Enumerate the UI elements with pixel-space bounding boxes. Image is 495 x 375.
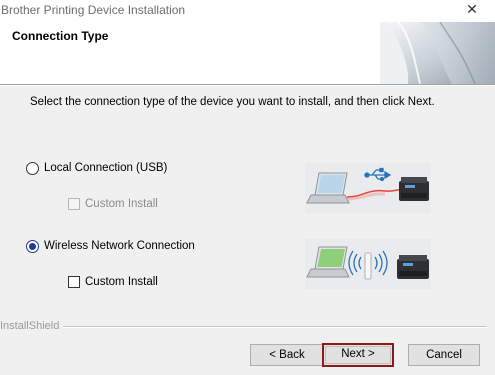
usb-connection-illustration	[305, 163, 431, 213]
radio-label: Wireless Network Connection	[44, 240, 195, 252]
next-button[interactable]: Next >	[322, 343, 394, 367]
instruction-text: Select the connection type of the device…	[30, 96, 435, 108]
close-icon[interactable]: ✕	[463, 1, 481, 19]
checkbox[interactable]	[68, 276, 80, 288]
page-title: Connection Type	[12, 29, 109, 43]
title-bar: Brother Printing Device Installation ✕	[0, 0, 495, 22]
back-button[interactable]: < Back	[250, 344, 324, 366]
installshield-brand: InstallShield	[0, 320, 64, 332]
checkbox-custom-install-usb[interactable]: Custom Install	[68, 196, 158, 212]
window-title: Brother Printing Device Installation	[1, 3, 186, 17]
radio-button[interactable]	[26, 239, 39, 253]
wireless-connection-illustration	[305, 239, 431, 289]
cancel-button[interactable]: Cancel	[408, 344, 480, 366]
radio-local-usb[interactable]: Local Connection (USB)	[26, 160, 167, 176]
checkbox-custom-install-wireless[interactable]: Custom Install	[68, 274, 158, 290]
installshield-divider	[56, 326, 487, 328]
checkbox[interactable]	[68, 198, 80, 210]
radio-label: Local Connection (USB)	[44, 162, 168, 174]
radio-button[interactable]	[26, 161, 39, 175]
wizard-header: Connection Type	[0, 22, 495, 84]
header-divider	[0, 84, 495, 86]
checkbox-label: Custom Install	[85, 276, 158, 288]
checkbox-label: Custom Install	[85, 198, 158, 210]
header-graphic	[380, 22, 495, 84]
radio-wireless-network[interactable]: Wireless Network Connection	[26, 238, 195, 254]
